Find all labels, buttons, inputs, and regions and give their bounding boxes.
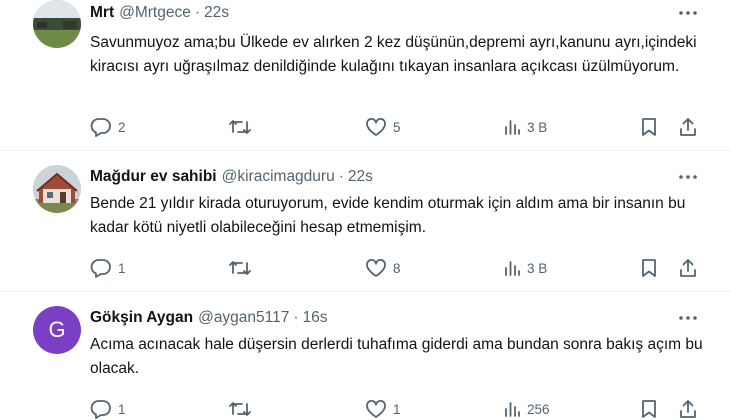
share-icon bbox=[680, 259, 696, 277]
more-button[interactable] bbox=[676, 308, 700, 328]
views-count: 256 bbox=[527, 401, 550, 417]
reply-count: 1 bbox=[118, 260, 126, 276]
user-handle[interactable]: @aygan5117 bbox=[198, 309, 289, 327]
views-chart-icon bbox=[505, 261, 520, 276]
views-chart-icon bbox=[505, 120, 520, 135]
avatar-landscape-image bbox=[33, 0, 81, 48]
like-button[interactable]: 8 bbox=[365, 257, 401, 279]
views-count: 3 B bbox=[527, 119, 548, 135]
retweet-button[interactable] bbox=[228, 257, 258, 279]
like-count: 5 bbox=[393, 119, 401, 135]
reply-count: 1 bbox=[118, 401, 126, 417]
like-count: 8 bbox=[393, 260, 401, 276]
timestamp[interactable]: 22s bbox=[348, 168, 373, 186]
action-bar: 1 1 256 bbox=[90, 398, 710, 420]
user-handle[interactable]: @kiracimagduru bbox=[222, 168, 335, 186]
bookmark-icon bbox=[642, 400, 656, 418]
action-bar: 2 5 3 B bbox=[90, 116, 710, 138]
bookmark-button[interactable] bbox=[641, 398, 657, 420]
like-button[interactable]: 5 bbox=[365, 116, 401, 138]
like-count: 1 bbox=[393, 401, 401, 417]
reply-icon bbox=[90, 400, 111, 419]
retweet-icon bbox=[229, 402, 251, 416]
separator-dot: · bbox=[194, 4, 201, 21]
views-button[interactable]: 3 B bbox=[503, 257, 547, 279]
retweet-icon bbox=[229, 120, 251, 134]
tweet-1[interactable]: Mrt @Mrtgece · 22s Savunmuyoz ama;bu Ülk… bbox=[0, 0, 730, 148]
action-bar: 1 8 3 B bbox=[90, 257, 710, 279]
share-icon bbox=[680, 400, 696, 418]
tweet-text: Savunmuyoz ama;bu Ülkede ev alırken 2 ke… bbox=[90, 34, 697, 75]
views-chart-icon bbox=[505, 402, 520, 417]
reply-count: 2 bbox=[118, 119, 126, 135]
bookmark-button[interactable] bbox=[641, 116, 657, 138]
views-button[interactable]: 3 B bbox=[503, 116, 547, 138]
share-button[interactable] bbox=[678, 257, 698, 279]
separator-dot: · bbox=[338, 168, 344, 185]
heart-icon bbox=[366, 399, 386, 418]
reply-button[interactable]: 1 bbox=[90, 257, 126, 279]
tweet-3[interactable]: G Gökşin Aygan @aygan5117 · 16s Acıma ac… bbox=[0, 292, 730, 420]
more-horizontal-icon bbox=[679, 175, 697, 179]
retweet-button[interactable] bbox=[228, 398, 258, 420]
retweet-icon bbox=[229, 261, 251, 275]
timestamp[interactable]: 16s bbox=[303, 309, 328, 327]
display-name[interactable]: Gökşin Aygan bbox=[90, 309, 193, 327]
more-button[interactable] bbox=[676, 167, 700, 187]
reply-icon bbox=[90, 118, 111, 137]
retweet-button[interactable] bbox=[228, 116, 258, 138]
avatar-house-image bbox=[33, 165, 81, 213]
heart-icon bbox=[366, 258, 386, 277]
tweet-header: Mağdur ev sahibi @kiracimagduru · 22s bbox=[90, 166, 373, 188]
bookmark-button[interactable] bbox=[641, 257, 657, 279]
reply-button[interactable]: 2 bbox=[90, 116, 126, 138]
share-button[interactable] bbox=[678, 116, 698, 138]
tweet-2[interactable]: Mağdur ev sahibi @kiracimagduru · 22s Be… bbox=[0, 151, 730, 291]
like-button[interactable]: 1 bbox=[365, 398, 401, 420]
bookmark-icon bbox=[642, 118, 656, 136]
avatar[interactable] bbox=[33, 165, 81, 213]
more-button[interactable] bbox=[676, 3, 700, 23]
views-count: 3 B bbox=[527, 260, 548, 276]
tweet-text: Acıma acınacak hale düşersin derlerdi tu… bbox=[90, 336, 703, 377]
bookmark-icon bbox=[642, 259, 656, 277]
views-button[interactable]: 256 bbox=[503, 398, 550, 420]
separator-dot: · bbox=[293, 309, 299, 326]
avatar[interactable]: G bbox=[33, 306, 81, 354]
tweet-text: Bende 21 yıldır kirada oturuyorum, evide… bbox=[90, 195, 686, 236]
user-handle[interactable]: @Mrtgece bbox=[119, 4, 191, 22]
display-name[interactable]: Mağdur ev sahibi bbox=[90, 168, 217, 186]
tweet-header: Gökşin Aygan @aygan5117 · 16s bbox=[90, 307, 328, 329]
avatar[interactable] bbox=[33, 0, 81, 48]
avatar-letter: G bbox=[48, 317, 66, 342]
reply-icon bbox=[90, 259, 111, 278]
tweet-header: Mrt @Mrtgece · 22s bbox=[90, 2, 229, 24]
share-icon bbox=[680, 118, 696, 136]
heart-icon bbox=[366, 117, 386, 136]
display-name[interactable]: Mrt bbox=[90, 4, 114, 22]
timestamp[interactable]: 22s bbox=[204, 4, 229, 22]
more-horizontal-icon bbox=[679, 316, 697, 320]
more-horizontal-icon bbox=[679, 11, 697, 15]
share-button[interactable] bbox=[678, 398, 698, 420]
reply-button[interactable]: 1 bbox=[90, 398, 126, 420]
